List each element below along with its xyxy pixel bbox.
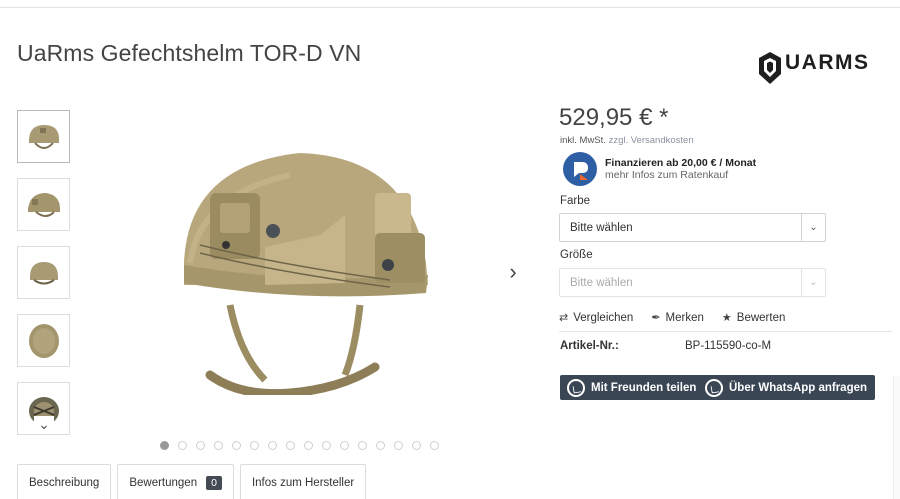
- size-select[interactable]: Bitte wählen ⌄: [559, 268, 826, 297]
- color-select-value: Bitte wählen: [570, 221, 633, 234]
- thumbnail-list: [17, 110, 71, 450]
- gallery-dot[interactable]: [340, 441, 349, 450]
- tab-reviews-label: Bewertungen: [129, 476, 198, 489]
- arrows-icon: ⇄: [559, 312, 569, 324]
- gallery-dot[interactable]: [196, 441, 205, 450]
- chevron-down-icon: ⌄: [801, 214, 825, 241]
- product-actions: ⇄ Vergleichen ✒ Merken ★ Bewerten: [559, 311, 786, 325]
- size-select-value: Bitte wählen: [570, 276, 633, 289]
- chevron-down-icon: ⌄: [801, 269, 825, 296]
- rate-link[interactable]: ★ Bewerten: [721, 311, 786, 325]
- compare-link[interactable]: ⇄ Vergleichen: [559, 311, 634, 325]
- rate-label: Bewerten: [736, 311, 786, 324]
- color-label: Farbe: [560, 195, 591, 207]
- article-number-label: Artikel-Nr.:: [560, 340, 619, 352]
- side-edge: [893, 376, 900, 499]
- tab-description-label: Beschreibung: [29, 476, 100, 489]
- star-icon: ★: [721, 312, 732, 324]
- gallery-dots: [160, 441, 439, 451]
- gallery-dot[interactable]: [250, 441, 259, 450]
- divider: [559, 331, 892, 332]
- gallery-dot[interactable]: [322, 441, 331, 450]
- paperclip-icon: ✒: [651, 312, 661, 324]
- thumbnail-4[interactable]: [17, 314, 70, 367]
- gallery-dot[interactable]: [286, 441, 295, 450]
- whatsapp-inquiry-button[interactable]: Über WhatsApp anfragen: [698, 375, 876, 400]
- compare-label: Vergleichen: [573, 311, 634, 324]
- thumbnail-2[interactable]: [17, 178, 70, 231]
- thumbnail-1[interactable]: [17, 110, 70, 163]
- gallery-dot[interactable]: [412, 441, 421, 450]
- tax-text: inkl. MwSt.: [560, 135, 606, 146]
- product-price: 529,95 € *: [559, 104, 669, 131]
- thumbnail-3[interactable]: [17, 246, 70, 299]
- product-tabs: Beschreibung Bewertungen 0 Infos zum Her…: [17, 464, 367, 499]
- finance-headline: Finanzieren ab 20,00 € / Monat: [605, 157, 757, 169]
- shipping-link[interactable]: zzgl. Versandkosten: [609, 135, 694, 146]
- svg-text:UARMS: UARMS: [785, 51, 870, 74]
- product-title: UaRms Gefechtshelm TOR-D VN: [17, 40, 362, 66]
- remember-label: Merken: [665, 311, 704, 324]
- gallery-dot[interactable]: [232, 441, 241, 450]
- whatsapp-icon: [705, 378, 723, 397]
- finance-logo-icon: [563, 152, 597, 186]
- reviews-count-badge: 0: [206, 475, 222, 490]
- gallery-dot[interactable]: [376, 441, 385, 450]
- remember-link[interactable]: ✒ Merken: [651, 311, 704, 325]
- color-select[interactable]: Bitte wählen ⌄: [559, 213, 826, 242]
- share-friends-label: Mit Freunden teilen: [591, 381, 697, 394]
- share-friends-button[interactable]: Mit Freunden teilen: [560, 375, 705, 400]
- whatsapp-inquiry-label: Über WhatsApp anfragen: [729, 381, 868, 394]
- size-label: Größe: [560, 249, 593, 261]
- tab-manufacturer[interactable]: Infos zum Hersteller: [239, 464, 367, 499]
- tab-reviews[interactable]: Bewertungen 0: [117, 464, 234, 499]
- gallery-dot[interactable]: [394, 441, 403, 450]
- shield-logo-icon: [759, 52, 781, 84]
- chevron-down-icon[interactable]: ⌄: [34, 416, 54, 432]
- gallery-dot[interactable]: [268, 441, 277, 450]
- gallery-dot[interactable]: [304, 441, 313, 450]
- brand-logo: UARMS: [756, 48, 882, 88]
- tab-description[interactable]: Beschreibung: [17, 464, 112, 499]
- gallery-dot[interactable]: [214, 441, 223, 450]
- tab-manufacturer-label: Infos zum Hersteller: [251, 476, 355, 489]
- gallery-dot[interactable]: [178, 441, 187, 450]
- article-number-value: BP-115590-co-M: [685, 340, 772, 352]
- gallery-dot[interactable]: [358, 441, 367, 450]
- product-main-image: [170, 135, 440, 399]
- gallery-dot[interactable]: [160, 441, 169, 450]
- finance-box[interactable]: Finanzieren ab 20,00 € / Monat mehr Info…: [563, 152, 756, 186]
- chevron-right-icon[interactable]: ›: [503, 261, 523, 283]
- whatsapp-icon: [567, 378, 585, 397]
- top-border: [0, 0, 900, 8]
- tax-info: inkl. MwSt. zzgl. Versandkosten: [560, 135, 694, 146]
- gallery-dot[interactable]: [430, 441, 439, 450]
- finance-subline: mehr Infos zum Ratenkauf: [605, 169, 729, 181]
